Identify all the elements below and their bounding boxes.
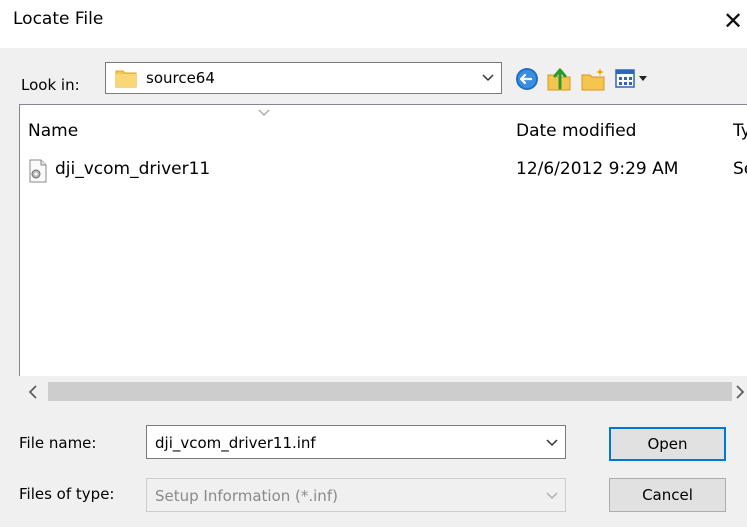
back-arrow-icon[interactable] [513, 65, 541, 93]
horizontal-scrollbar[interactable] [19, 376, 747, 408]
look-in-value: source64 [146, 69, 215, 87]
title-bar: Locate File ✕ [0, 0, 747, 48]
scroll-right-icon[interactable] [733, 376, 747, 408]
files-of-type-label: Files of type: [19, 485, 115, 503]
look-in-label: Look in: [21, 76, 80, 94]
date-modified-cell: 12/6/2012 9:29 AM [516, 159, 679, 179]
file-list[interactable]: Name Date modified Ty dji_vcom_driver11 … [19, 104, 747, 408]
files-of-type-value: Setup Information (*.inf) [155, 487, 338, 505]
scrollbar-thumb[interactable] [48, 382, 732, 401]
column-header-name[interactable]: Name [28, 121, 78, 141]
sort-caret-icon [258, 109, 270, 116]
chevron-down-icon[interactable] [545, 435, 559, 449]
list-item[interactable]: dji_vcom_driver11 12/6/2012 9:29 AM Se [28, 157, 747, 185]
open-button[interactable]: Open [609, 427, 726, 461]
files-of-type-dropdown[interactable]: Setup Information (*.inf) [146, 478, 566, 512]
look-in-dropdown[interactable]: source64 [105, 62, 502, 94]
column-header-date-modified[interactable]: Date modified [516, 121, 636, 141]
chevron-down-icon[interactable] [481, 70, 495, 84]
file-name-value: dji_vcom_driver11.inf [155, 434, 316, 452]
cancel-button[interactable]: Cancel [609, 478, 726, 512]
file-name-label: File name: [19, 434, 97, 452]
folder-icon [115, 70, 137, 88]
close-button[interactable]: ✕ [719, 3, 747, 39]
type-cell: Se [733, 159, 747, 179]
file-name-cell: dji_vcom_driver11 [55, 159, 211, 179]
scroll-left-icon[interactable] [19, 376, 49, 408]
column-header-type[interactable]: Ty [733, 121, 747, 141]
view-menu-icon[interactable] [612, 65, 656, 93]
file-name-input[interactable]: dji_vcom_driver11.inf [146, 425, 566, 459]
dialog-title: Locate File [13, 9, 104, 29]
up-folder-icon[interactable] [545, 65, 573, 93]
chevron-down-icon[interactable] [545, 488, 559, 502]
setup-file-icon [29, 159, 47, 183]
new-folder-icon[interactable] [579, 65, 607, 93]
